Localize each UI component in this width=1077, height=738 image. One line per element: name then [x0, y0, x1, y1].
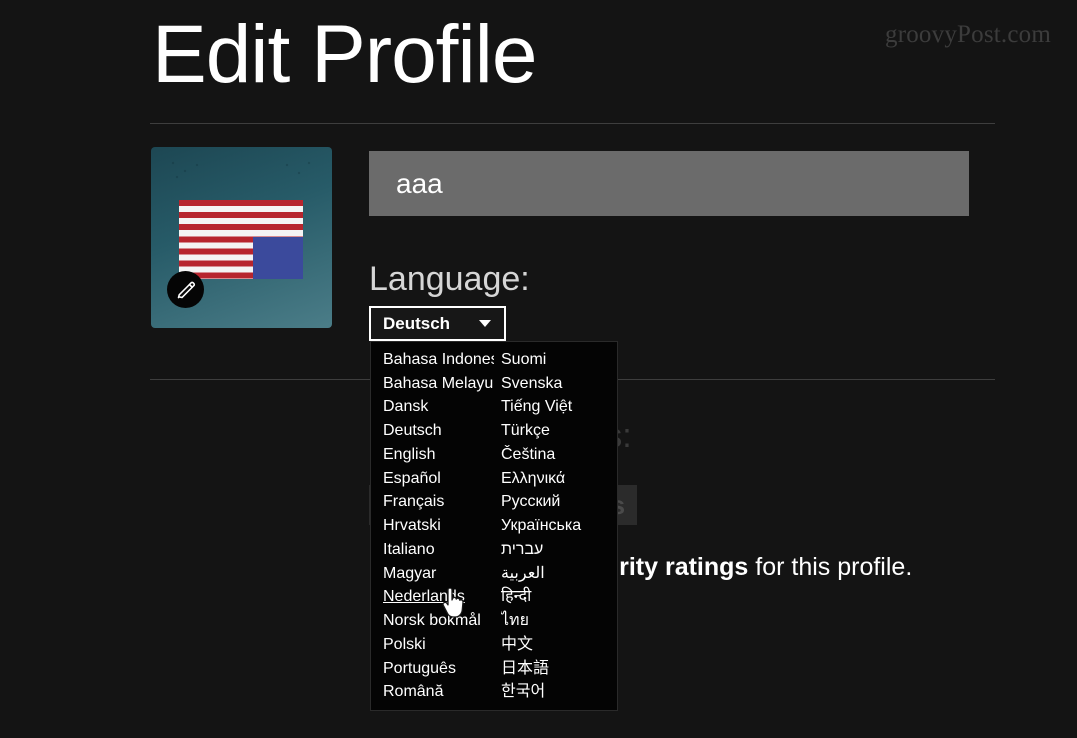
language-option[interactable]: Français [383, 490, 494, 514]
language-option[interactable]: Magyar [383, 562, 494, 586]
language-option[interactable]: ไทย [501, 609, 617, 633]
language-option[interactable]: Italiano [383, 538, 494, 562]
language-option[interactable]: Čeština [501, 443, 617, 467]
language-option[interactable]: हिन्दी [501, 585, 617, 609]
profile-avatar[interactable] [151, 147, 332, 328]
avatar-flag-image [179, 200, 303, 279]
chevron-down-icon [479, 320, 491, 327]
language-option[interactable]: Tiếng Việt [501, 395, 617, 419]
language-option[interactable]: עברית [501, 538, 617, 562]
language-option[interactable]: 中文 [501, 633, 617, 657]
language-option[interactable]: 한국어 [501, 680, 617, 704]
language-option[interactable]: Suomi [501, 348, 617, 372]
language-option[interactable]: Română [383, 680, 494, 704]
edit-profile-page: groovyPost.com Edit Profile Language: De… [0, 0, 1077, 738]
language-option[interactable]: Deutsch [383, 419, 494, 443]
language-option[interactable]: Norsk bokmål [383, 609, 494, 633]
language-option[interactable]: Українська [501, 514, 617, 538]
language-option[interactable]: Português [383, 657, 494, 681]
divider-top [150, 123, 995, 124]
avatar-texture [167, 159, 317, 185]
flag-canton [253, 237, 303, 279]
language-option[interactable]: 日本語 [501, 657, 617, 681]
language-options-column-right: Suomi Svenska Tiếng Việt Türkçe Čeština Ελλην… [494, 348, 617, 704]
language-option[interactable]: Dansk [383, 395, 494, 419]
language-option[interactable]: Español [383, 467, 494, 491]
profile-name-input[interactable] [369, 151, 969, 216]
language-option[interactable]: Русский [501, 490, 617, 514]
language-option[interactable]: Türkçe [501, 419, 617, 443]
language-option[interactable]: Hrvatski [383, 514, 494, 538]
language-options-column-left: Bahasa IndonesiaBahasa MelayuDanskDeutsc… [371, 348, 494, 704]
language-option[interactable]: Ελληνικά [501, 467, 617, 491]
language-option[interactable]: Bahasa Indonesia [383, 348, 494, 372]
language-option[interactable]: Nederlands [383, 585, 494, 609]
language-label: Language: [369, 260, 530, 298]
language-select-value: Deutsch [383, 313, 451, 333]
pencil-icon[interactable] [167, 271, 204, 308]
language-option[interactable]: Polski [383, 633, 494, 657]
language-option[interactable]: Bahasa Melayu [383, 372, 494, 396]
page-title: Edit Profile [152, 9, 538, 100]
language-option[interactable]: العربية [501, 562, 617, 586]
language-dropdown-menu[interactable]: Bahasa IndonesiaBahasa MelayuDanskDeutsc… [370, 341, 618, 711]
maturity-description-suffix: for this profile. [748, 553, 913, 581]
language-option[interactable]: Svenska [501, 372, 617, 396]
language-select-button[interactable]: Deutsch [369, 306, 506, 341]
language-option[interactable]: English [383, 443, 494, 467]
site-watermark: groovyPost.com [885, 21, 1051, 48]
